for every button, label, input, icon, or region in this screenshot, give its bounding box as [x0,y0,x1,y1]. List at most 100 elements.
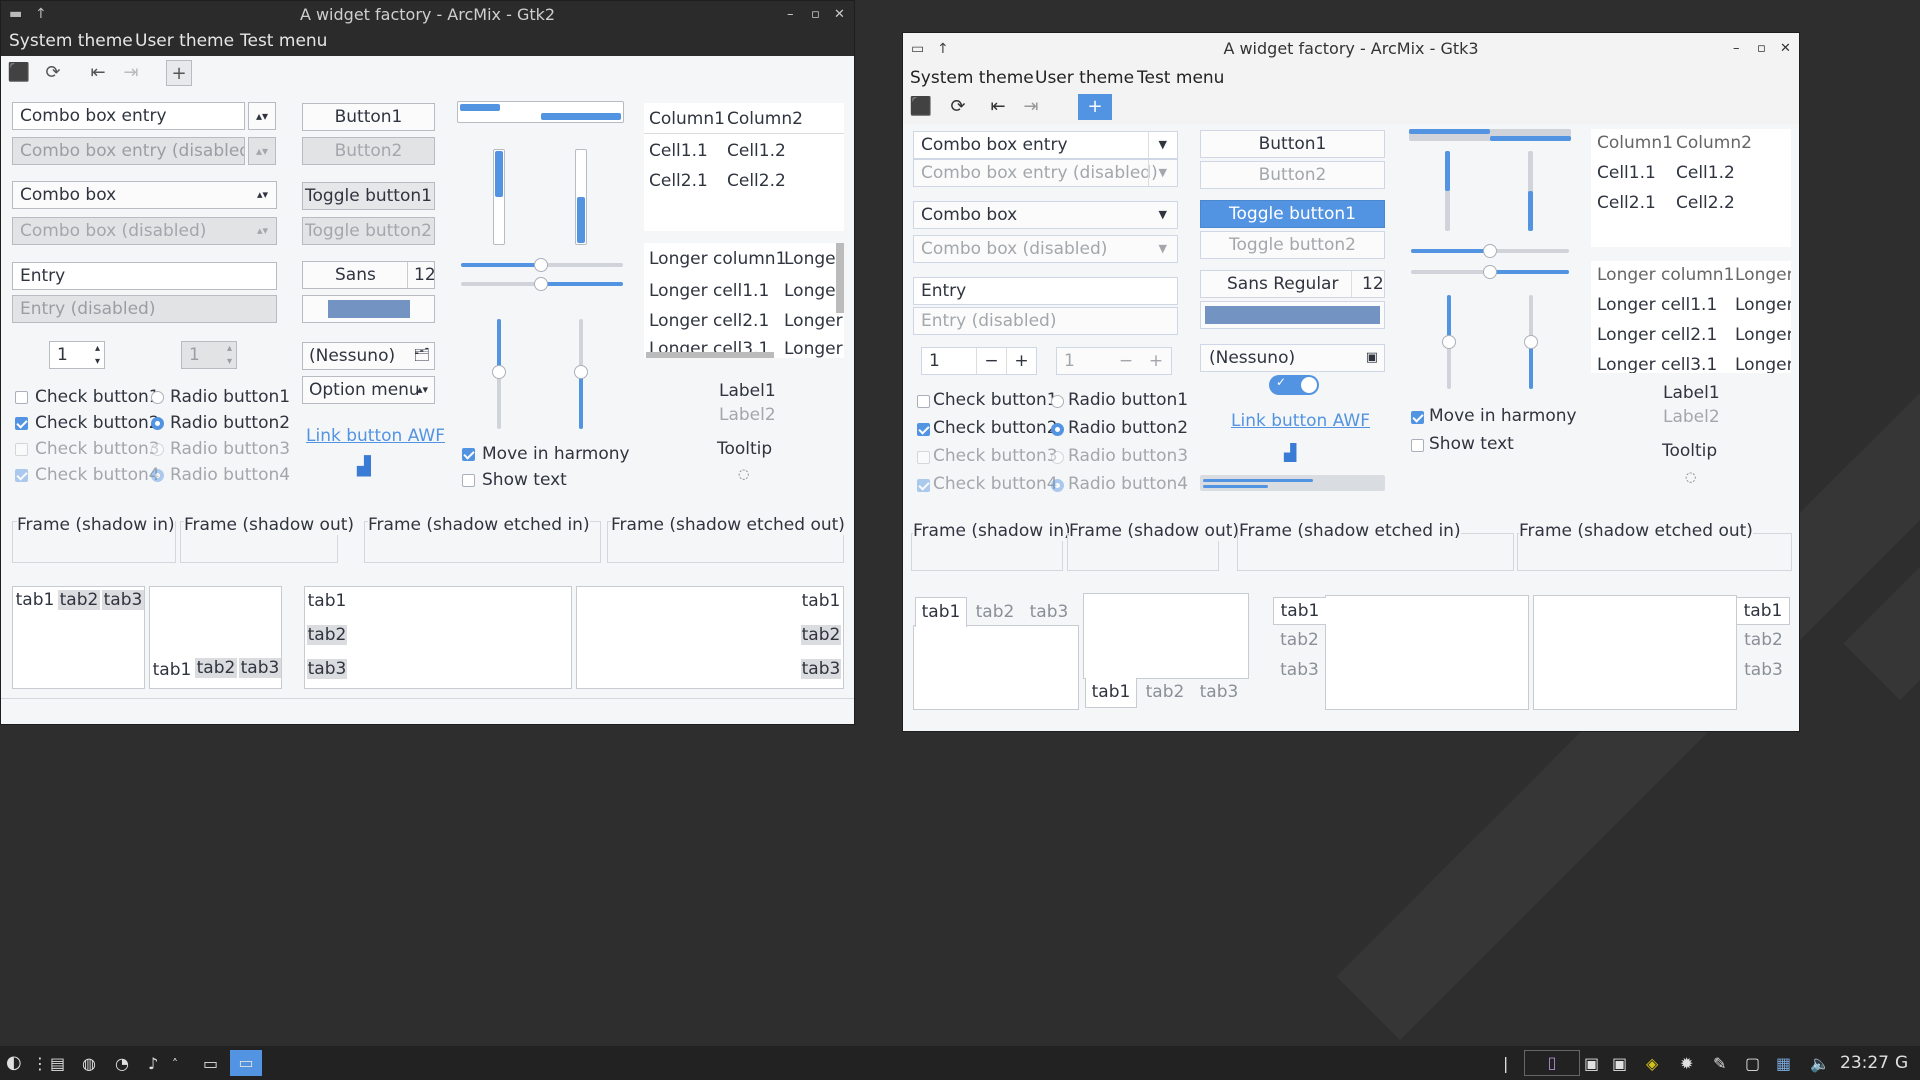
entry-field[interactable]: Entry [913,277,1178,305]
combo-entry-spin-button[interactable]: ▴▾ [248,102,276,130]
tab3[interactable]: tab3 [1273,657,1326,683]
column-header[interactable]: Longer [784,249,843,269]
power-icon[interactable]: G [1895,1053,1908,1073]
vertical-slider-right[interactable] [574,319,588,429]
button1[interactable]: Button1 [1200,130,1385,158]
color-button[interactable] [1200,301,1385,329]
radio-button1[interactable] [151,391,164,404]
chevron-up-icon[interactable]: ˄ [172,1057,178,1071]
task-window1-icon[interactable]: ▭ [203,1054,218,1073]
slider-knob[interactable] [1524,335,1538,349]
slider-knob[interactable] [534,258,548,272]
menu-system-theme[interactable]: System theme [9,31,133,51]
refresh-icon[interactable]: ⟳ [945,94,971,120]
show-text-check[interactable] [462,474,475,487]
check-button1[interactable] [917,395,930,408]
tab1[interactable]: tab1 [1273,597,1326,625]
vertical-slider-right[interactable] [1524,295,1538,389]
entry-field[interactable]: Entry [12,262,277,290]
settings-icon[interactable]: ✹ [1680,1054,1693,1073]
combo-box[interactable]: Combo box ▴▾ [12,181,277,209]
tab3[interactable]: tab3 [1737,657,1790,683]
tab3[interactable]: tab3 [102,590,144,610]
tab2[interactable]: tab2 [58,590,100,610]
music-icon[interactable]: ♪ [148,1054,158,1073]
close-button[interactable]: ✕ [834,1,845,28]
workspace-icon[interactable]: ▯ [1524,1050,1580,1076]
radio-button2[interactable] [151,417,164,430]
tab2[interactable]: tab2 [1273,627,1326,653]
title-bar[interactable]: ▭ ↑ A widget factory - ArcMix - Gtk3 – ▫… [903,33,1799,65]
column-header[interactable]: Column2 [1676,133,1752,153]
toggle-button1[interactable]: Toggle button1 [1200,200,1385,228]
vertical-slider-left[interactable] [492,319,506,429]
go-first-icon[interactable]: ⇤ [985,94,1011,120]
horizontal-slider1[interactable] [461,258,623,272]
move-in-harmony-check[interactable] [462,448,475,461]
font-button[interactable]: Sans Regular 12 [1200,270,1385,298]
title-bar[interactable]: ▬ ↑ A widget factory - ArcMix - Gtk2 – ▫… [1,1,854,28]
toggle-button1[interactable]: Toggle button1 [302,182,435,210]
minimize-button[interactable]: – [787,1,794,28]
tab2[interactable]: tab2 [1139,678,1191,706]
browser-icon[interactable]: ◍ [82,1054,96,1073]
tab3[interactable]: tab3 [239,658,281,678]
menu-test[interactable]: Test menu [1137,68,1224,88]
file-manager-icon[interactable]: ▤ [50,1054,65,1073]
tab1[interactable]: tab1 [1737,597,1790,625]
spin-arrows-icon[interactable]: ▴ ▾ [95,342,100,368]
window-menu-icon[interactable]: ▬ [9,1,22,28]
tree-view-2[interactable]: Longer column1 Longer Longer cell1.1 Lon… [1591,261,1791,373]
start-menu-icon[interactable]: ◐ [6,1052,22,1073]
tab1[interactable]: tab1 [915,597,967,627]
column-header[interactable]: Longer [1735,265,1791,285]
link-button[interactable]: Link button AWF [306,426,445,446]
plus-icon[interactable]: + [1006,348,1036,374]
radio-button2[interactable] [1051,423,1064,436]
maximize-button[interactable]: ▫ [1757,33,1766,65]
tab2[interactable]: tab2 [801,625,841,645]
tree-view-1[interactable]: Column1 Column2 Cell1.1 Cell1.2 Cell2.1 … [1591,129,1791,247]
slider-knob[interactable] [574,365,588,379]
close-button[interactable]: ✕ [1780,33,1791,65]
refresh-icon[interactable]: ⟳ [40,60,66,86]
slider-knob[interactable] [1483,265,1497,279]
move-in-harmony-check[interactable] [1411,411,1424,424]
tab3[interactable]: tab3 [1023,598,1075,626]
go-last-icon[interactable]: ⇥ [118,60,144,86]
tab2[interactable]: tab2 [1737,627,1790,653]
spin-button[interactable]: 1− + [921,347,1037,375]
file-chooser-button[interactable]: (Nessuno) ▣ [1200,344,1385,372]
column-header[interactable]: Column2 [727,109,803,129]
window-menu-icon[interactable]: ▭ [911,33,924,65]
combo-box[interactable]: Combo box ▼ [913,201,1178,229]
slider-knob[interactable] [492,365,506,379]
switch-toggle[interactable]: ✓ [1269,375,1319,395]
combo-box-entry[interactable]: Combo box entry ▼ [913,131,1178,159]
show-text-check[interactable] [1411,439,1424,452]
screen-icon[interactable]: ▦ [1776,1054,1791,1073]
link-button[interactable]: Link button AWF [1231,411,1370,431]
menu-test[interactable]: Test menu [240,31,327,51]
tab1[interactable]: tab1 [801,591,841,611]
app-icon[interactable]: ⬛ [908,94,934,120]
check-button2[interactable] [917,423,930,436]
menu-user-theme[interactable]: User theme [135,31,234,51]
workspace2-icon[interactable]: ▣ [1584,1054,1599,1073]
add-icon[interactable]: + [166,60,192,86]
horizontal-slider2[interactable] [1411,265,1569,279]
tab1[interactable]: tab1 [1085,678,1137,708]
task-window2-icon[interactable]: ▭ [230,1050,262,1076]
tab2[interactable]: tab2 [969,598,1021,626]
tab1[interactable]: tab1 [307,591,347,611]
pen-icon[interactable]: ✎ [1713,1054,1726,1073]
menu-system-theme[interactable]: System theme [910,68,1034,88]
column-header[interactable]: Longer column1 [1597,265,1734,285]
tab2[interactable]: tab2 [195,658,237,678]
vertical-slider-left[interactable] [1442,295,1456,389]
tab3[interactable]: tab3 [801,659,841,679]
volume-icon[interactable]: 🔈 [1810,1054,1830,1073]
check-button1[interactable] [15,391,28,404]
slider-knob[interactable] [534,277,548,291]
app-icon[interactable]: ⬛ [6,60,32,86]
